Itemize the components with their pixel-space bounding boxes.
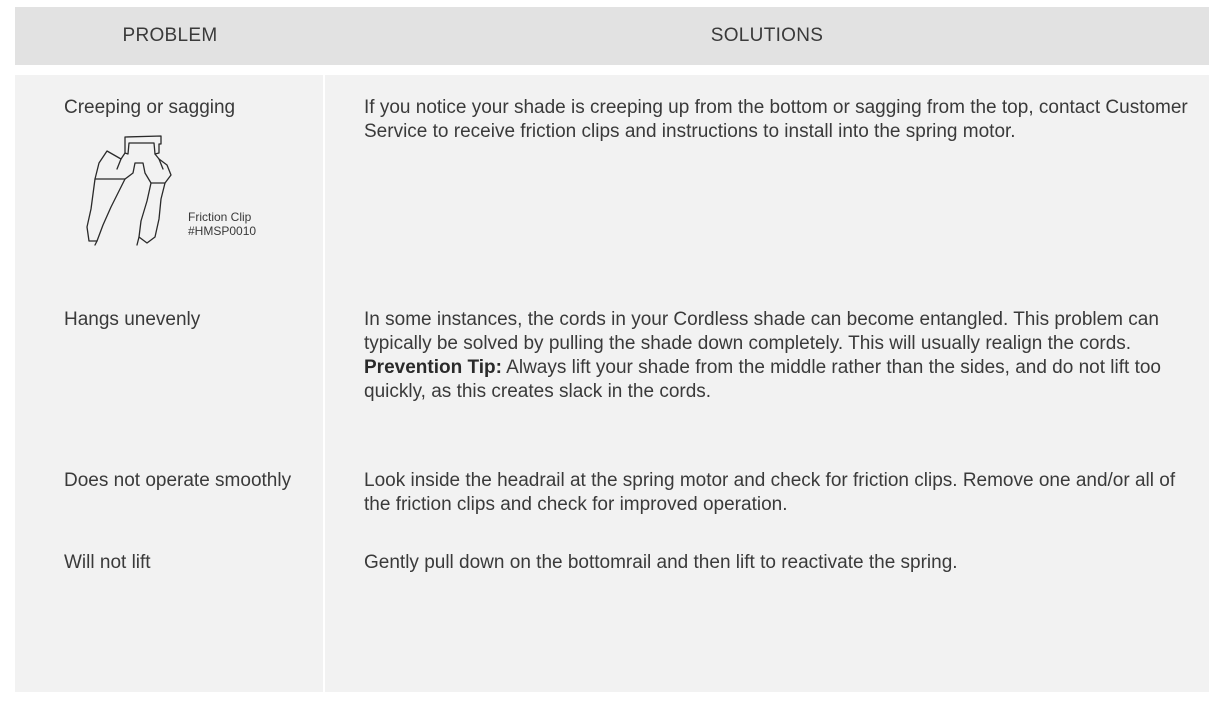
prevention-tip: Prevention Tip: Always lift your shade f… [364,356,1194,404]
solution-creeping-or-sagging: If you notice your shade is creeping up … [364,96,1194,144]
caption-line-2: #HMSP0010 [188,224,257,238]
friction-clip-icon [86,135,172,246]
solution-will-not-lift: Gently pull down on the bottomrail and t… [364,551,1194,575]
solution-hangs-unevenly: In some instances, the cords in your Cor… [364,308,1194,404]
solution-text: If you notice your shade is creeping up … [364,97,1188,142]
friction-clip-caption: Friction Clip #HMSP0010 [188,210,256,238]
header-solutions: SOLUTIONS [710,25,824,46]
problem-hangs-unevenly: Hangs unevenly [64,309,201,330]
header-problem: PROBLEM [122,25,218,46]
problem-creeping-or-sagging: Creeping or sagging [64,97,236,118]
solution-text: Gently pull down on the bottomrail and t… [364,552,958,573]
troubleshooting-page: PROBLEM SOLUTIONS Creeping or sagging If… [0,0,1209,703]
column-divider [323,75,325,692]
table-header: PROBLEM SOLUTIONS [15,7,1209,65]
solution-text: Look inside the headrail at the spring m… [364,470,1176,515]
caption-line-1: Friction Clip [188,210,252,224]
troubleshooting-table: PROBLEM SOLUTIONS Creeping or sagging If… [15,7,1209,692]
prevention-tip-label: Prevention Tip: [364,357,502,378]
solution-does-not-operate-smoothly: Look inside the headrail at the spring m… [364,469,1194,517]
problem-will-not-lift: Will not lift [64,552,151,573]
solution-text: In some instances, the cords in your Cor… [364,309,1159,354]
header-separator [15,65,1209,75]
problem-does-not-operate-smoothly: Does not operate smoothly [64,470,292,491]
